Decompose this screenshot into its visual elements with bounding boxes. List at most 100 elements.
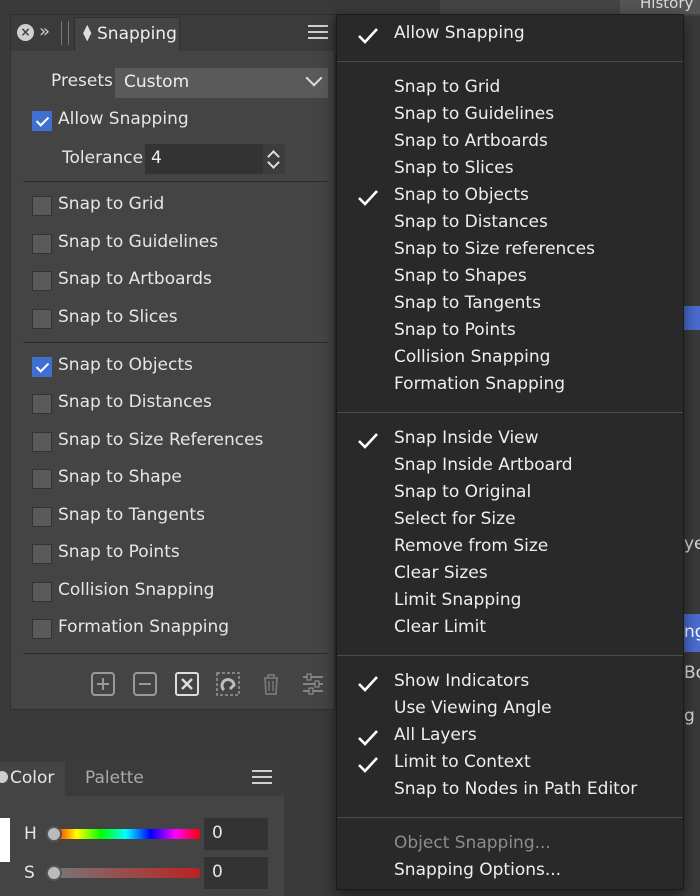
option-label: Formation Snapping <box>58 617 230 637</box>
menu-item[interactable]: Clear Limit <box>394 617 486 637</box>
presets-label: Presets <box>51 71 113 91</box>
saturation-slider-knob[interactable] <box>46 865 62 881</box>
right-panel-selected-row-2[interactable]: ng <box>684 614 700 652</box>
panel-tabbar: × » ▲ ▼ Snapping <box>11 15 334 51</box>
menu-item[interactable]: Snap to Nodes in Path Editor <box>394 779 637 799</box>
trash-icon[interactable] <box>259 672 283 696</box>
menu-item[interactable]: All Layers <box>394 725 477 745</box>
saturation-label: S <box>24 863 35 883</box>
option-label: Snap to Artboards <box>58 269 212 289</box>
menu-item[interactable]: Snap to Distances <box>394 212 548 232</box>
menu-item[interactable]: Snap to Artboards <box>394 131 548 151</box>
option-label: Collision Snapping <box>58 580 215 600</box>
tolerance-value: 4 <box>151 148 162 168</box>
menu-item[interactable]: Snap to Tangents <box>394 293 541 313</box>
menu-item[interactable]: Snap to Points <box>394 320 516 340</box>
collision-snapping-checkbox[interactable] <box>32 582 52 602</box>
menu-item[interactable]: Snap Inside Artboard <box>394 455 573 475</box>
snap-to-grid-checkbox[interactable] <box>32 196 52 216</box>
menu-item[interactable]: Limit to Context <box>394 752 531 772</box>
formation-snapping-checkbox[interactable] <box>32 619 52 639</box>
tab-snapping[interactable]: ▲ ▼ Snapping <box>74 17 180 51</box>
remove-preset-icon[interactable] <box>133 672 157 696</box>
option-label: Snap to Slices <box>58 307 178 327</box>
menu-item[interactable]: Select for Size <box>394 509 516 529</box>
menu-separator <box>337 412 683 413</box>
tab-palette[interactable]: Palette <box>85 768 144 788</box>
hue-label: H <box>24 824 37 844</box>
option-label: Snap to Shape <box>58 467 182 487</box>
menu-item[interactable]: Snap to Size references <box>394 239 595 259</box>
menu-item[interactable]: Snap to Guidelines <box>394 104 554 124</box>
checkmark-icon <box>358 676 378 692</box>
snap-to-guidelines-checkbox[interactable] <box>32 234 52 254</box>
checkmark-icon <box>358 757 378 773</box>
chevron-down-icon <box>305 69 323 87</box>
drag-grip-icon[interactable] <box>61 21 69 45</box>
menu-item[interactable]: Use Viewing Angle <box>394 698 552 718</box>
allow-snapping-checkbox[interactable] <box>32 111 52 131</box>
divider <box>23 653 328 654</box>
color-tabbar: Color Palette <box>0 760 284 796</box>
hue-input[interactable]: 0 <box>204 818 268 850</box>
menu-item[interactable]: Snap to Original <box>394 482 531 502</box>
menu-item-allow-snapping[interactable]: Allow Snapping <box>394 23 525 43</box>
panel-menu-icon[interactable] <box>308 25 328 41</box>
magnet-icon[interactable] <box>216 672 240 696</box>
snap-to-objects-checkbox[interactable] <box>32 357 52 377</box>
presets-dropdown[interactable]: Custom <box>115 68 328 98</box>
updown-arrows-icon: ▲ ▼ <box>83 22 92 43</box>
saturation-input[interactable]: 0 <box>204 857 268 889</box>
option-label: Snap to Distances <box>58 392 212 412</box>
snap-to-points-checkbox[interactable] <box>32 544 52 564</box>
hue-value: 0 <box>212 823 223 843</box>
hue-slider[interactable] <box>52 829 200 839</box>
menu-item-snapping-options[interactable]: Snapping Options... <box>394 860 561 880</box>
option-label: Snap to Objects <box>58 355 193 375</box>
menu-separator <box>337 61 683 62</box>
snap-to-tangents-checkbox[interactable] <box>32 507 52 527</box>
add-preset-icon[interactable] <box>91 672 115 696</box>
tab-history[interactable]: History <box>620 0 700 14</box>
option-label: Snap to Grid <box>58 194 165 214</box>
menu-item-object-snapping: Object Snapping... <box>394 833 551 853</box>
checkmark-icon <box>358 190 378 206</box>
delete-box-icon[interactable] <box>175 672 199 696</box>
snap-to-distances-checkbox[interactable] <box>32 394 52 414</box>
menu-item[interactable]: Snap to Objects <box>394 185 529 205</box>
option-label: Snap to Guidelines <box>58 232 219 252</box>
menu-item[interactable]: Collision Snapping <box>394 347 550 367</box>
tab-color[interactable]: Color <box>0 762 65 796</box>
current-color-swatch[interactable] <box>0 818 10 862</box>
color-panel-menu-icon[interactable] <box>252 770 272 786</box>
menu-item[interactable]: Snap Inside View <box>394 428 539 448</box>
allow-snapping-label: Allow Snapping <box>58 109 189 129</box>
right-panel-selected-row[interactable] <box>684 306 700 330</box>
checkmark-icon <box>358 28 378 44</box>
snap-to-shape-checkbox[interactable] <box>32 469 52 489</box>
sliders-icon[interactable] <box>301 672 325 696</box>
snap-to-size-references-checkbox[interactable] <box>32 432 52 452</box>
menu-item[interactable]: Remove from Size <box>394 536 548 556</box>
menu-item[interactable]: Limit Snapping <box>394 590 521 610</box>
saturation-slider[interactable] <box>52 868 200 878</box>
menu-item[interactable]: Snap to Grid <box>394 77 500 97</box>
divider <box>23 342 328 343</box>
collapse-chevrons-icon[interactable]: » <box>39 21 50 42</box>
menu-item[interactable]: Show Indicators <box>394 671 529 691</box>
tab-color-label: Color <box>10 768 55 788</box>
snap-to-artboards-checkbox[interactable] <box>32 271 52 291</box>
option-label: Snap to Tangents <box>58 505 205 525</box>
hue-slider-knob[interactable] <box>46 826 62 842</box>
menu-item[interactable]: Clear Sizes <box>394 563 488 583</box>
snap-to-slices-checkbox[interactable] <box>32 309 52 329</box>
tolerance-stepper[interactable] <box>263 144 285 174</box>
menu-item[interactable]: Snap to Shapes <box>394 266 527 286</box>
close-panel-icon[interactable]: × <box>17 24 34 41</box>
right-panel-text: Bo <box>684 663 700 683</box>
right-panel-text: g <box>684 706 695 726</box>
color-panel: Color Palette H 0 S 0 <box>0 760 284 896</box>
menu-item[interactable]: Formation Snapping <box>394 374 565 394</box>
menu-item[interactable]: Snap to Slices <box>394 158 514 178</box>
checkmark-icon <box>358 433 378 449</box>
